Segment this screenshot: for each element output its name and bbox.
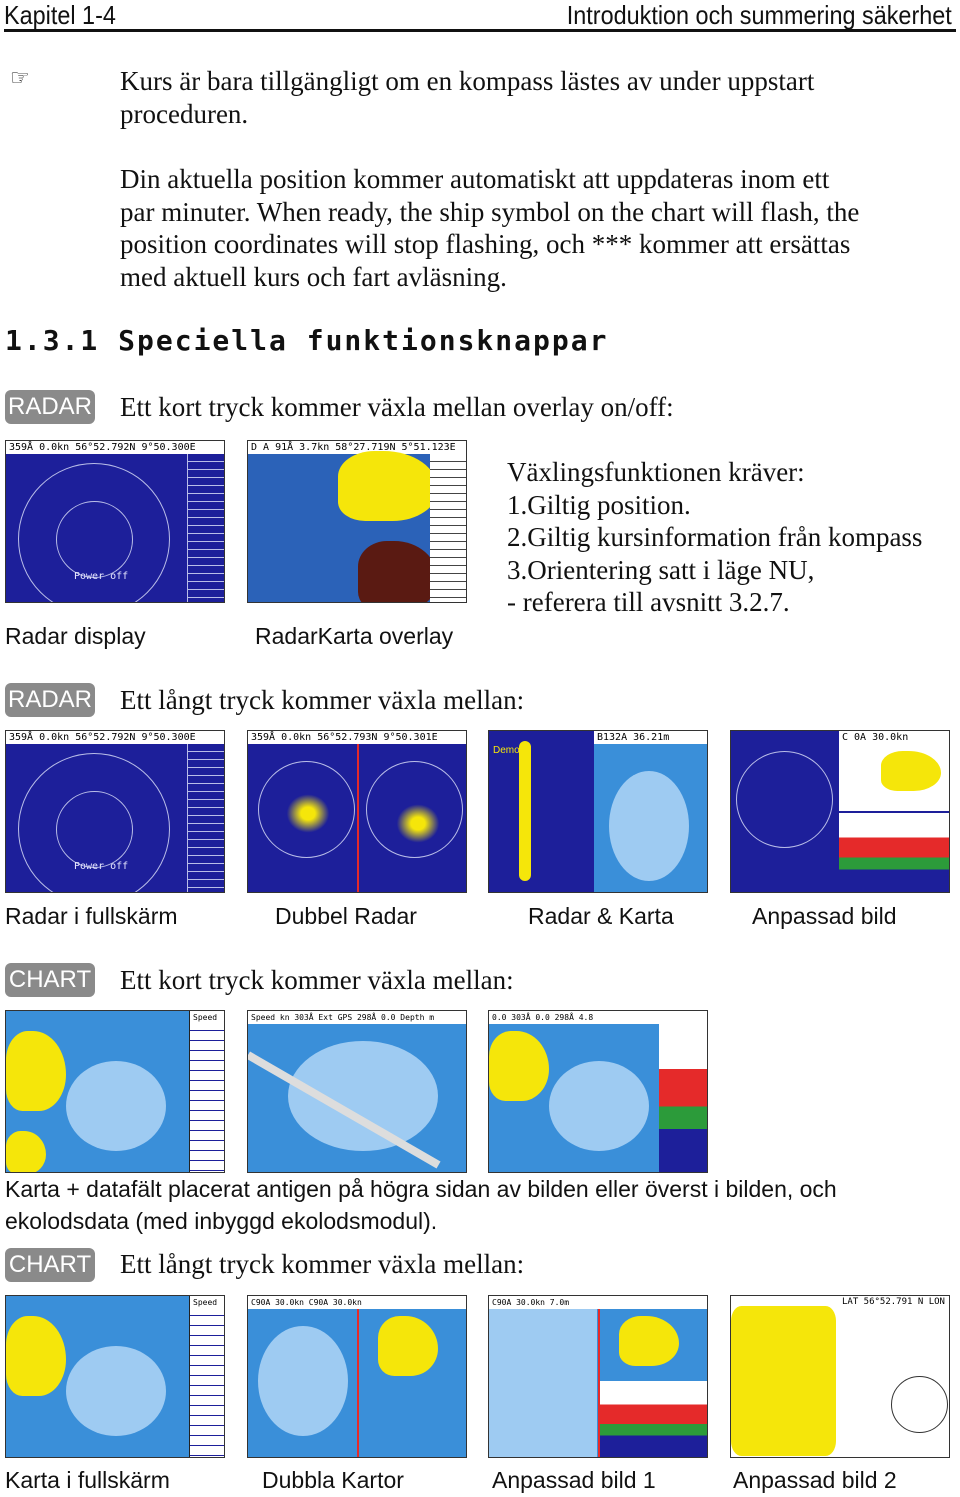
status-bar: 0.0 303Å 0.0 298Å 4.8	[489, 1011, 707, 1024]
chart-description-line: ekolodsdata (med inbyggd ekolodsmodul).	[5, 1208, 438, 1234]
image-caption: Anpassad bild 2	[733, 1467, 897, 1493]
chart-key-badge: CHART	[5, 1248, 95, 1282]
image-caption: Anpassad bild 1	[492, 1467, 656, 1493]
radar-display-image: 359Å 0.0kn 56°52.792N 9°50.300E Power of…	[5, 440, 225, 603]
radar-fullscreen-image: 359Å 0.0kn 56°52.792N 9°50.300E Power of…	[5, 730, 225, 893]
note-line-2: proceduren.	[120, 98, 249, 129]
chart-long-text: Ett långt tryck kommer växla mellan:	[120, 1249, 525, 1279]
requirement-line: - referera till avsnitt 3.2.7.	[507, 587, 790, 617]
status-bar: Speed kn 0.0	[190, 1296, 224, 1309]
status-bar: Speed kn 303Å Ext GPS 298Å 0.0 Depth m	[248, 1011, 466, 1024]
requirement-line: Växlingsfunktionen kräver:	[507, 457, 805, 487]
image-caption: Anpassad bild	[752, 903, 897, 929]
image-caption: Radar display	[5, 623, 146, 649]
power-off-label: Power off	[74, 571, 129, 582]
dual-charts-image: C90A 30.0kn C90A 30.0kn	[247, 1295, 467, 1458]
custom-view-image: C 0A 30.0kn	[730, 730, 950, 893]
image-caption: Radar & Karta	[528, 903, 674, 929]
status-bar: LAT 56°52.791 N LON 9°50.290 E	[839, 1296, 949, 1309]
radar-chart-overlay-image: D A 91Å 3.7kn 58°27.719N 5°51.123E	[247, 440, 467, 603]
status-bar: D A 91Å 3.7kn 58°27.719N 5°51.123E	[248, 441, 466, 454]
chart-short-text: Ett kort tryck kommer växla mellan:	[120, 965, 514, 995]
intro-line: med aktuell kurs och fart avläsning.	[120, 261, 507, 292]
radar-key-badge: RADAR	[5, 390, 95, 424]
requirement-line: 2.Giltig kursinformation från kompass	[507, 522, 923, 552]
custom-view-1-image: C90A 30.0kn 7.0m	[488, 1295, 708, 1458]
chart-description-line: Karta + datafält placerat antigen på hög…	[5, 1176, 837, 1202]
status-bar: 359Å 0.0kn 56°52.792N 9°50.300E	[6, 731, 224, 744]
status-bar: 359Å 0.0kn 56°52.793N 9°50.301E	[248, 731, 466, 744]
image-caption: Radar i fullskärm	[5, 903, 178, 929]
image-caption: Dubbel Radar	[275, 903, 417, 929]
status-bar: C 0A 30.0kn	[839, 731, 949, 744]
intro-line: Din aktuella position kommer automatiskt…	[120, 164, 830, 194]
intro-line: par minuter. When ready, the ship symbol…	[120, 196, 860, 227]
page-header-title: Introduktion och summering säkerhet	[566, 0, 952, 30]
power-off-label: Power off	[74, 861, 129, 872]
status-bar: B132A 36.21m 56°52.75N 10°33.29E	[594, 731, 707, 744]
chart-with-sounder-image: 0.0 303Å 0.0 298Å 4.8	[488, 1010, 708, 1173]
image-caption: Karta i fullskärm	[5, 1467, 170, 1493]
chart-key-badge: CHART	[5, 963, 95, 997]
radar-short-text: Ett kort tryck kommer växla mellan overl…	[120, 392, 674, 422]
manual-page: Kapitel 1-4 Introduktion och summering s…	[0, 0, 960, 1497]
custom-view-2-image: LAT 56°52.791 N LON 9°50.290 E	[730, 1295, 950, 1458]
status-bar: 359Å 0.0kn 56°52.792N 9°50.300E	[6, 441, 224, 454]
radar-long-text: Ett långt tryck kommer växla mellan:	[120, 685, 525, 715]
chapter-label: Kapitel 1-4	[4, 0, 116, 30]
note-line-1: Kurs är bara tillgängligt om en kompass …	[120, 66, 815, 96]
dual-radar-image: 359Å 0.0kn 56°52.793N 9°50.301E	[247, 730, 467, 893]
intro-line: position coordinates will stop flashing,…	[120, 229, 851, 259]
status-bar: C90A 30.0kn 7.0m	[489, 1296, 707, 1309]
header-rule	[4, 29, 956, 32]
requirement-line: 3.Orientering satt i läge NU,	[507, 554, 815, 585]
image-caption: Dubbla Kartor	[262, 1467, 404, 1493]
chart-fullscreen-image: Speed kn 0.0	[5, 1295, 225, 1458]
status-bar: Speed kn 0.0	[190, 1011, 224, 1024]
image-caption: RadarKarta overlay	[255, 623, 454, 649]
demo-label: Demo	[493, 745, 520, 756]
radar-and-chart-image: Demo B132A 36.21m 56°52.75N 10°33.29E	[488, 730, 708, 893]
section-heading: 1.3.1 Speciella funktionsknappar	[5, 324, 609, 357]
pointing-hand-icon: ☞	[10, 66, 30, 91]
chart-with-data-top-image: Speed kn 303Å Ext GPS 298Å 0.0 Depth m	[247, 1010, 467, 1173]
status-bar: C90A 30.0kn C90A 30.0kn	[248, 1296, 466, 1309]
radar-key-badge: RADAR	[5, 683, 95, 717]
chart-with-data-right-image: Speed kn 0.0	[5, 1010, 225, 1173]
requirement-line: 1.Giltig position.	[507, 489, 691, 520]
